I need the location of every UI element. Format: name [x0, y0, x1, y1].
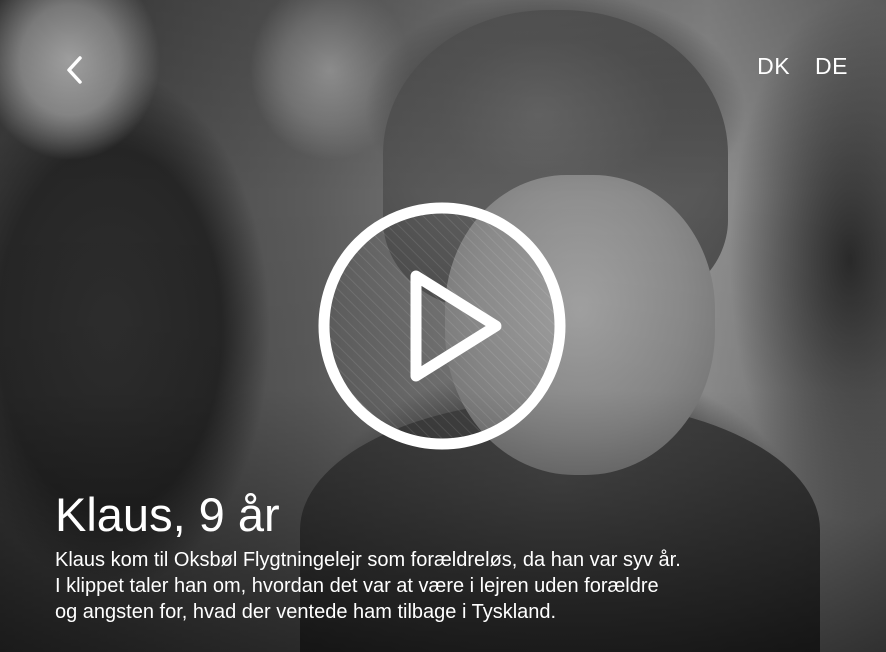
description-line: Klaus kom til Oksbøl Flygtningelejr som … [55, 549, 681, 571]
language-option-de[interactable]: DE [815, 53, 848, 80]
language-switcher: DK DE [757, 53, 848, 80]
back-button[interactable] [56, 52, 92, 88]
chevron-left-icon [67, 56, 82, 84]
video-description: Klaus kom til Oksbøl Flygtningelejr som … [55, 547, 835, 625]
video-title: Klaus, 9 år [55, 488, 280, 541]
video-screen: DK DE Klaus, 9 år Klaus kom til Oksbøl F… [0, 0, 886, 652]
video-caption: Klaus, 9 år Klaus kom til Oksbøl Flygtni… [55, 487, 835, 625]
play-icon [318, 202, 566, 450]
play-button[interactable] [316, 200, 568, 452]
description-line: og angsten for, hvad der ventede ham til… [55, 601, 557, 623]
language-option-dk[interactable]: DK [757, 53, 790, 80]
description-line: I klippet taler han om, hvordan det var … [55, 575, 659, 597]
